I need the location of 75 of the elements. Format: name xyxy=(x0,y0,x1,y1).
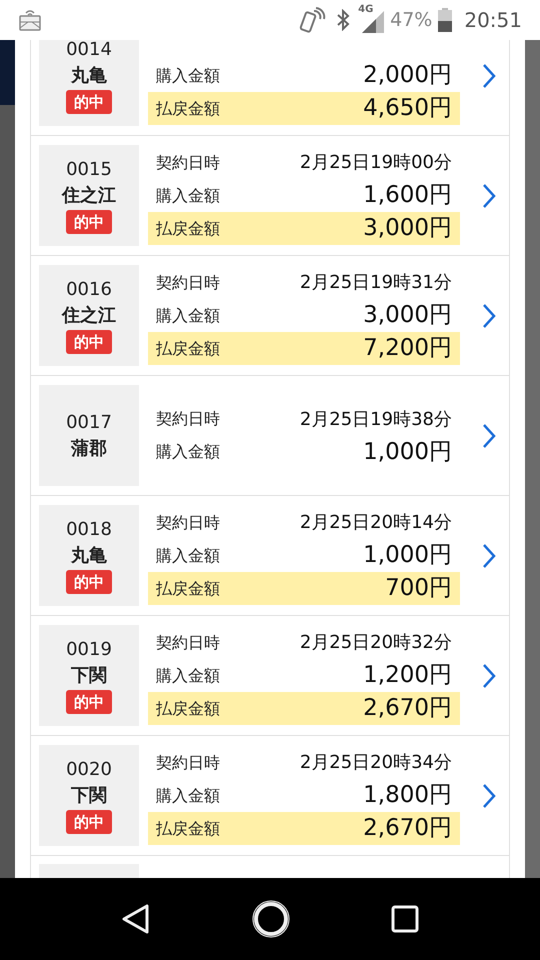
ticket-number: 0016 xyxy=(66,278,112,302)
field-label: 契約日時 xyxy=(156,272,220,294)
hit-badge: 的中 xyxy=(66,210,112,234)
hit-badge: 的中 xyxy=(66,690,112,714)
recents-icon[interactable] xyxy=(391,905,420,933)
chevron-right-icon xyxy=(482,302,496,328)
battery-icon xyxy=(438,8,452,32)
venue-name: 丸亀 xyxy=(71,64,107,88)
ticket-number: 0019 xyxy=(66,638,112,662)
payout-amount: 7,200円 xyxy=(363,334,452,364)
contract-datetime: 2月25日19時38分 xyxy=(300,408,452,432)
field-label: 払戻金額 xyxy=(156,698,220,720)
contract-datetime: 2月25日19時00分 xyxy=(300,151,452,175)
hit-badge: 的中 xyxy=(66,90,112,114)
purchase-amount: 2,000円 xyxy=(363,61,452,90)
venue-name: 住之江 xyxy=(62,304,116,328)
chevron-right-icon xyxy=(482,422,496,448)
ticket-number: 0014 xyxy=(66,40,112,62)
contract-datetime: 2月25日20時14分 xyxy=(300,511,452,535)
chevron-right-icon xyxy=(482,542,496,568)
field-label: 払戻金額 xyxy=(156,98,220,120)
chevron-right-icon xyxy=(482,782,496,808)
field-label: 払戻金額 xyxy=(156,338,220,360)
field-label: 購入金額 xyxy=(156,304,220,326)
payout-amount: 700円 xyxy=(385,574,452,604)
hit-badge: 的中 xyxy=(66,570,112,594)
clock: 20:51 xyxy=(464,7,522,34)
field-label: 契約日時 xyxy=(156,408,220,430)
venue-name: 下関 xyxy=(71,664,107,688)
venue-name: 蒲郡 xyxy=(71,436,107,460)
contract-datetime: 2月25日20時34分 xyxy=(300,751,452,775)
purchase-amount: 3,000円 xyxy=(363,301,452,330)
payout-amount: 3,000円 xyxy=(363,214,452,244)
home-icon[interactable] xyxy=(252,900,290,938)
back-icon[interactable] xyxy=(120,903,151,935)
ticket-row[interactable]: 0014 丸亀 的中 購入金額 2,000円 払戻金額 4,650円 xyxy=(31,40,509,136)
venue-name: 下関 xyxy=(71,784,107,808)
field-label: 払戻金額 xyxy=(156,818,220,840)
chevron-right-icon xyxy=(482,662,496,688)
field-label: 払戻金額 xyxy=(156,578,220,600)
field-label: 購入金額 xyxy=(156,544,220,566)
hit-badge: 的中 xyxy=(66,330,112,354)
contract-datetime: 2月25日19時31分 xyxy=(300,271,452,295)
ticket-number: 0015 xyxy=(66,158,112,182)
payout-amount: 2,670円 xyxy=(363,814,452,844)
purchase-amount: 1,600円 xyxy=(363,181,452,210)
field-label: 購入金額 xyxy=(156,441,220,463)
field-label: 払戻金額 xyxy=(156,218,220,240)
bluetooth-icon xyxy=(336,9,350,31)
field-label: 契約日時 xyxy=(156,152,220,174)
payout-amount: 4,650円 xyxy=(363,94,452,124)
cast-icon xyxy=(18,8,42,32)
field-label: 契約日時 xyxy=(156,512,220,534)
chevron-right-icon xyxy=(482,62,496,88)
contract-datetime: 2月25日20時32分 xyxy=(300,631,452,655)
purchase-amount: 1,200円 xyxy=(363,661,452,690)
field-label: 購入金額 xyxy=(156,184,220,206)
ticket-number: 0020 xyxy=(66,758,112,782)
hit-badge: 的中 xyxy=(66,810,112,834)
battery-percent: 47% xyxy=(390,8,432,33)
venue-name: 丸亀 xyxy=(71,544,107,568)
field-label: 契約日時 xyxy=(156,632,220,654)
field-label: 契約日時 xyxy=(156,752,220,774)
network-label: 4G xyxy=(358,5,374,15)
field-label: 購入金額 xyxy=(156,64,220,86)
venue-name: 住之江 xyxy=(62,184,116,208)
field-label: 購入金額 xyxy=(156,784,220,806)
ticket-number: 0018 xyxy=(66,518,112,542)
payout-amount: 2,670円 xyxy=(363,694,452,724)
purchase-amount: 1,000円 xyxy=(363,438,452,467)
ticket-number: 0017 xyxy=(66,410,112,434)
chevron-right-icon xyxy=(482,182,496,208)
purchase-amount: 1,800円 xyxy=(363,781,452,810)
purchase-amount: 1,000円 xyxy=(363,541,452,570)
field-label: 購入金額 xyxy=(156,664,220,686)
